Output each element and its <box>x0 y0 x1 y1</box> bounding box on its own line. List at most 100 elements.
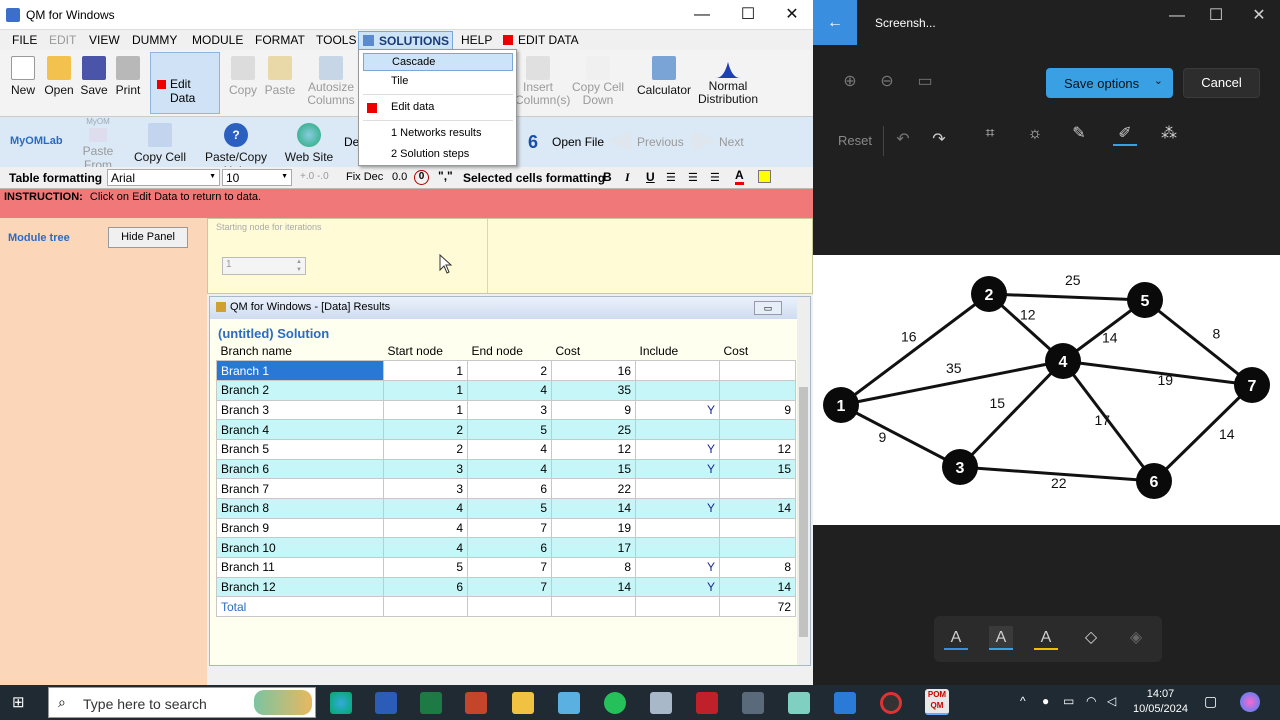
column-header[interactable]: Start node <box>383 341 468 361</box>
next-button[interactable]: Next <box>719 135 744 149</box>
menu-dummy[interactable]: DUMMY <box>130 33 179 47</box>
table-cell[interactable]: 35 <box>551 379 636 401</box>
table-cell[interactable]: 16 <box>551 360 636 381</box>
menu-item-networks-results[interactable]: 1 Networks results <box>363 125 513 143</box>
table-cell[interactable]: 14 <box>551 498 636 519</box>
highlighter-icon[interactable]: ✎ <box>1067 122 1091 146</box>
table-cell[interactable]: 12 <box>551 438 636 460</box>
windows-start-icon[interactable]: ⊞ <box>12 694 30 712</box>
table-cell[interactable]: 5 <box>383 557 468 578</box>
table-cell[interactable]: 8 <box>719 557 796 578</box>
open-file-button[interactable]: Open File <box>552 135 604 149</box>
menu-module[interactable]: MODULE <box>190 33 245 47</box>
table-cell[interactable]: 7 <box>467 557 552 578</box>
start-node-spinner[interactable]: 1 ▲ ▼ <box>222 257 306 275</box>
table-cell[interactable]: 1 <box>383 379 468 401</box>
table-cell[interactable]: 4 <box>467 458 552 480</box>
bold-button[interactable]: B <box>603 170 612 184</box>
volume-icon[interactable]: ◁ <box>1107 694 1116 708</box>
menu-tools[interactable]: TOOLS <box>314 33 358 47</box>
table-cell[interactable]: 4 <box>383 517 468 539</box>
align-left-icon[interactable]: ☰ <box>666 171 676 184</box>
word-icon[interactable] <box>375 692 397 714</box>
table-cell[interactable]: 15 <box>551 458 636 480</box>
battery-icon[interactable]: ▭ <box>1063 694 1074 708</box>
whatsapp-icon[interactable] <box>604 692 626 714</box>
table-cell[interactable]: 7 <box>467 517 552 539</box>
paste-button[interactable]: Paste <box>262 50 298 97</box>
web-site-button[interactable]: Web Site <box>284 117 334 164</box>
hide-panel-button[interactable]: Hide Panel <box>108 227 188 248</box>
minimize-icon[interactable]: — <box>679 0 725 30</box>
copilot-icon[interactable] <box>1240 692 1260 712</box>
table-cell[interactable] <box>719 517 796 539</box>
table-cell[interactable]: 14 <box>719 576 796 598</box>
table-row[interactable]: Branch 4 2 5 25 <box>216 419 796 440</box>
table-cell[interactable]: 8 <box>551 557 636 578</box>
column-header[interactable]: Branch name <box>216 341 384 361</box>
column-header[interactable]: End node <box>467 341 552 361</box>
menu-item-edit-data[interactable]: Edit data <box>363 99 513 117</box>
table-cell[interactable]: Y <box>635 576 720 598</box>
table-cell[interactable]: Branch 12 <box>216 576 384 598</box>
table-row[interactable]: Branch 5 2 4 12 Y 12 <box>216 438 796 460</box>
new-button[interactable]: New <box>6 50 40 97</box>
table-cell[interactable] <box>635 478 720 499</box>
table-cell[interactable]: 12 <box>719 438 796 460</box>
table-cell[interactable]: 15 <box>719 458 796 480</box>
menu-help[interactable]: HELP <box>459 33 494 47</box>
menu-solutions[interactable]: SOLUTIONS <box>358 31 453 50</box>
normal-distribution-button[interactable]: Normal Distribution <box>696 50 760 106</box>
column-header[interactable]: Cost <box>551 341 636 361</box>
pom-qm-icon[interactable]: POM QM <box>925 689 949 715</box>
table-cell[interactable]: 3 <box>467 399 552 421</box>
shapes-icon[interactable]: ⁂ <box>1157 122 1181 146</box>
microphone-icon[interactable]: ● <box>1042 694 1049 708</box>
table-cell[interactable]: 14 <box>551 576 636 598</box>
edit-data-button[interactable]: Edit Data <box>150 52 220 114</box>
print-button[interactable]: Print <box>112 50 144 97</box>
table-row[interactable]: Branch 12 6 7 14 Y 14 <box>216 576 796 598</box>
table-cell[interactable]: Branch 10 <box>216 537 384 559</box>
table-cell[interactable]: Branch 7 <box>216 478 384 499</box>
edge-icon[interactable] <box>330 692 352 714</box>
table-cell[interactable] <box>719 478 796 499</box>
table-cell[interactable]: Y <box>635 399 720 421</box>
table-cell[interactable] <box>635 379 720 401</box>
close-icon[interactable]: ✕ <box>769 0 813 30</box>
table-cell[interactable]: 9 <box>719 399 796 421</box>
italic-button[interactable]: I <box>625 170 630 185</box>
myomlab-link[interactable]: MyOMLab <box>10 135 63 147</box>
copy-cell-down-button[interactable]: Copy Cell Down <box>570 50 626 107</box>
actual-size-icon[interactable]: ▭ <box>913 70 937 94</box>
table-cell[interactable] <box>719 360 796 381</box>
table-cell[interactable] <box>719 537 796 559</box>
table-cell[interactable]: 5 <box>467 419 552 440</box>
column-header[interactable]: Cost <box>719 341 796 361</box>
paste-from-button[interactable]: MyOM Paste From <box>68 117 128 172</box>
table-cell[interactable] <box>635 517 720 539</box>
table-cell[interactable]: 7 <box>467 576 552 598</box>
column-header[interactable]: Include <box>635 341 720 361</box>
open-button[interactable]: Open <box>42 50 76 97</box>
table-cell[interactable]: Branch 1 <box>216 360 384 381</box>
table-cell[interactable]: 5 <box>467 498 552 519</box>
crop-icon[interactable]: ⌗ <box>978 122 1002 146</box>
table-cell[interactable]: Branch 2 <box>216 379 384 401</box>
calculator-app-icon[interactable] <box>742 692 764 714</box>
align-center-icon[interactable]: ☰ <box>688 171 698 184</box>
results-vertical-scrollbar[interactable] <box>797 297 810 665</box>
table-cell[interactable]: 6 <box>383 576 468 598</box>
table-row[interactable]: Branch 11 5 7 8 Y 8 <box>216 557 796 578</box>
menu-format[interactable]: FORMAT <box>253 33 307 47</box>
table-cell[interactable]: 4 <box>467 379 552 401</box>
snip-maximize-icon[interactable]: ☐ <box>1204 4 1228 28</box>
ruler-icon[interactable]: ◈ <box>1124 626 1148 650</box>
zero-toggle-icon[interactable]: 0 <box>414 170 429 185</box>
table-cell[interactable]: Branch 3 <box>216 399 384 421</box>
table-cell[interactable]: Y <box>635 498 720 519</box>
font-select[interactable]: Arial ▼ <box>107 169 220 186</box>
table-cell[interactable]: 22 <box>551 478 636 499</box>
previous-button[interactable]: Previous <box>637 135 684 149</box>
brightness-icon[interactable]: ☼ <box>1023 122 1047 146</box>
